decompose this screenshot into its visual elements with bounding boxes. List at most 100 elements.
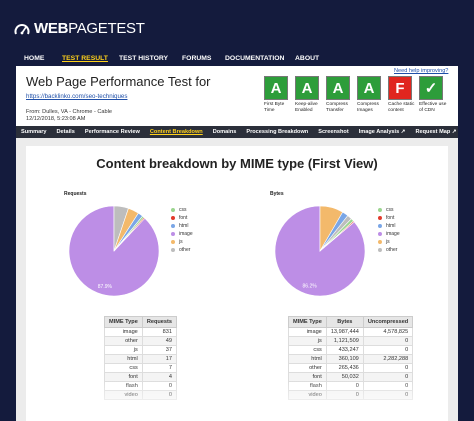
table-cell: 17 [141, 354, 178, 364]
table-cell: 265,436 [325, 363, 364, 373]
grade-1[interactable]: A Keep-alive Enabled [295, 76, 325, 113]
table-cell: 0 [362, 363, 414, 373]
tab-summary[interactable]: Summary [16, 129, 52, 135]
grade-letter: ✓ [419, 76, 443, 100]
grade-label: Effective use of CDN [419, 102, 447, 113]
table-cell: html [104, 354, 143, 364]
column-header[interactable]: Bytes [325, 316, 364, 328]
legend-label: css [179, 207, 187, 213]
grade-letter: F [388, 76, 412, 100]
test-from: From: Dulles, VA - Chrome - Cable [26, 109, 113, 115]
legend-dot [171, 208, 175, 212]
column-header[interactable]: Requests [141, 316, 178, 328]
webpagetest-logo[interactable]: WEBPAGETEST [14, 20, 145, 37]
page-title: Content breakdown by MIME type (First Vi… [96, 156, 378, 171]
tab-request-map[interactable]: Request Map ↗ [410, 129, 461, 135]
legend-label: other [179, 247, 191, 253]
grade-3[interactable]: A Compress Images [357, 76, 387, 113]
legend-dot [378, 208, 382, 212]
result-body: Content breakdown by MIME type (First Vi… [16, 138, 458, 421]
table-row: html 17 [104, 354, 178, 364]
table-row: image 831 [104, 327, 178, 337]
pie-label-image: 86.2% [303, 283, 318, 289]
right-border [458, 66, 474, 421]
nav-forums[interactable]: FORUMS [182, 55, 225, 62]
legend-dot [171, 248, 175, 252]
table-row: css 7 [104, 363, 178, 373]
tab-image-analysis[interactable]: Image Analysis ↗ [354, 129, 411, 135]
grade-label: Cache static content [388, 102, 415, 113]
logo-text-pagetest: PAGETEST [68, 20, 145, 37]
legend-dot [378, 240, 382, 244]
legend-label: html [386, 223, 396, 229]
grade-label: Compress Images [357, 102, 379, 113]
legend-label: css [386, 207, 394, 213]
tab-processing-breakdown[interactable]: Processing Breakdown [241, 129, 313, 135]
test-url-link[interactable]: https://backlinko.com/seo-techniques [26, 93, 127, 100]
test-info: Web Page Performance Test for https://ba… [16, 66, 458, 126]
table-cell: 13,987,444 [325, 327, 364, 337]
table-row: other 265,436 0 [288, 363, 414, 373]
legend-label: js [386, 239, 390, 245]
table-header-row: MIME Type Requests [104, 316, 178, 328]
logo-text: WEBPAGETEST [34, 20, 145, 37]
nav-home[interactable]: HOME [24, 55, 62, 62]
help-improving-link[interactable]: Need help improving? [394, 68, 448, 74]
table-row: html 360,109 2,282,288 [288, 354, 414, 364]
speedometer-icon [14, 23, 30, 34]
legend-label: image [386, 231, 400, 237]
legend-dot [171, 216, 175, 220]
table-row: js 37 [104, 345, 178, 355]
table-cell: 49 [141, 336, 178, 346]
test-location: From: Dulles, VA - Chrome - Cable 12/12/… [26, 109, 112, 123]
nav-documentation[interactable]: DOCUMENTATION [225, 55, 295, 62]
tab-details[interactable]: Details [52, 129, 80, 135]
grade-4[interactable]: F Cache static content [388, 76, 418, 113]
grade-letter: A [295, 76, 319, 100]
legend-label: image [179, 231, 193, 237]
table-row: image 13,987,444 4,578,825 [288, 327, 414, 337]
tab-screenshot[interactable]: Screenshot [313, 129, 353, 135]
top-header: WEBPAGETEST HOME TEST RESULT TEST HISTOR… [0, 0, 474, 66]
table-cell: html [288, 354, 327, 364]
legend-label: html [179, 223, 189, 229]
column-header[interactable]: Uncompressed [362, 316, 414, 328]
column-header[interactable]: MIME Type [288, 316, 327, 328]
grade-letter: A [264, 76, 288, 100]
table-cell: other [288, 363, 327, 373]
legend-item-other: other [378, 246, 400, 254]
content-area: Web Page Performance Test for https://ba… [16, 66, 458, 421]
nav-test-result[interactable]: TEST RESULT [62, 55, 119, 62]
tab-performance-review[interactable]: Performance Review [80, 129, 145, 135]
table-cell: 433,247 [325, 345, 364, 355]
table-cell: other [104, 336, 143, 346]
tab-domains[interactable]: Domains [208, 129, 242, 135]
grade-5[interactable]: ✓ Effective use of CDN [419, 76, 449, 113]
nav-about[interactable]: ABOUT [295, 55, 335, 62]
column-header[interactable]: MIME Type [104, 316, 143, 328]
legend-item-font: font [378, 214, 400, 222]
grade-label: First Byte Time [264, 102, 285, 113]
nav-test-history[interactable]: TEST HISTORY [119, 55, 182, 62]
legend-label: other [386, 247, 398, 253]
browser-frame: WEBPAGETEST HOME TEST RESULT TEST HISTOR… [0, 0, 474, 421]
legend-label: js [179, 239, 183, 245]
table-cell: 7 [141, 363, 178, 373]
table-cell: image [288, 327, 327, 337]
legend-dot [171, 240, 175, 244]
grade-2[interactable]: A Compress Transfer [326, 76, 356, 113]
legend-dot [378, 232, 382, 236]
legend-dot [378, 224, 382, 228]
table-cell: 4,578,825 [362, 327, 414, 337]
legend-item-html: html [378, 222, 400, 230]
legend-dot [378, 248, 382, 252]
tab-content-breakdown[interactable]: Content Breakdown [145, 129, 208, 135]
grade-label: Keep-alive Enabled [295, 102, 318, 113]
table-cell: 360,109 [325, 354, 364, 364]
pie-label-image: 87.9% [98, 284, 113, 290]
legend-item-js: js [378, 238, 400, 246]
fade-overlay [26, 381, 448, 421]
grade-0[interactable]: A First Byte Time [264, 76, 294, 113]
table-row: css 433,247 0 [288, 345, 414, 355]
legend-dot [171, 232, 175, 236]
